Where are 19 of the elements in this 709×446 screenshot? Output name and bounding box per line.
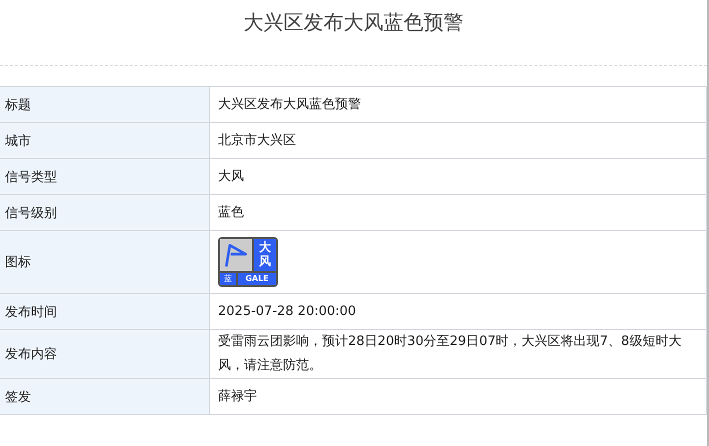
field-value: 大兴区发布大风蓝色预警 (210, 86, 706, 122)
field-value: 薛禄宇 (210, 378, 706, 414)
field-label: 信号类型 (0, 158, 210, 194)
field-label: 发布时间 (0, 294, 210, 330)
field-label: 标题 (0, 86, 210, 122)
signal-name: 大风 (254, 239, 276, 271)
field-value: 受雷雨云团影响，预计28日20时30分至29日07时，大兴区将出现7、8级短时大风，请注意防范。 (210, 330, 706, 378)
field-value: 大风 (210, 158, 706, 194)
page-title: 大兴区发布大风蓝色预警 (242, 9, 464, 36)
field-value: 蓝色 (210, 194, 706, 230)
signal-level: 蓝 (220, 273, 236, 285)
field-value: 北京市大兴区 (210, 122, 706, 158)
field-value: 2025-07-28 20:00:00 (210, 294, 706, 330)
field-label: 城市 (0, 122, 210, 158)
signal-code: GALE (238, 273, 276, 285)
field-label: 发布内容 (0, 330, 210, 378)
field-label: 签发 (0, 378, 210, 414)
field-label: 信号级别 (0, 194, 210, 230)
field-label: 图标 (0, 230, 210, 294)
